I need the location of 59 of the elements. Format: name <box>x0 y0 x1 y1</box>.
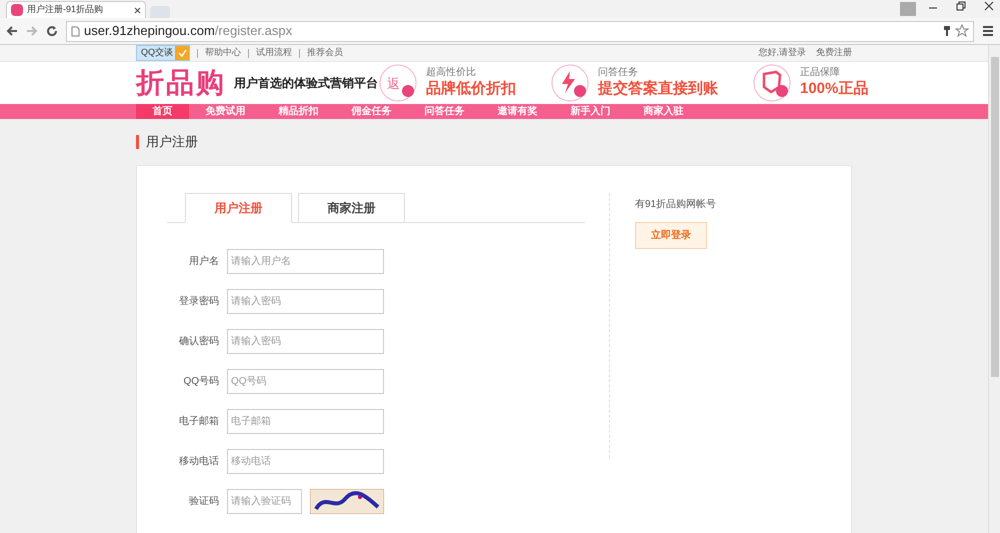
login-button[interactable]: 立即登录 <box>635 222 707 249</box>
feature-caption: 超高性价比 <box>426 67 477 79</box>
top-link[interactable]: 推荐会员 <box>307 46 344 60</box>
input-field[interactable]: 请输入用户名 <box>227 249 384 274</box>
shield-icon <box>752 63 792 103</box>
return-badge-icon: 返 <box>378 63 418 103</box>
top-link[interactable]: 试用流程 <box>256 46 292 60</box>
input-field[interactable]: 请输入验证码 <box>227 489 302 514</box>
nav-item[interactable]: 邀请有奖 <box>481 104 554 119</box>
input-field[interactable]: 请输入密码 <box>227 329 384 354</box>
nav-item[interactable]: 商家入驻 <box>627 104 700 119</box>
star-icon[interactable] <box>955 24 969 38</box>
restore-icon[interactable] <box>956 1 966 11</box>
page-icon <box>71 26 80 36</box>
register-tab[interactable]: 商家注册 <box>298 193 405 223</box>
field-label: 电子邮箱 <box>178 414 219 429</box>
feature-caption: 正品保障 <box>800 67 841 79</box>
input-field[interactable]: 请输入密码 <box>227 289 384 314</box>
nav-item[interactable]: 新手入门 <box>554 104 627 119</box>
url-text: user.91zhepingou.com/register.aspx <box>84 22 292 40</box>
input-field[interactable]: 移动电话 <box>227 449 384 474</box>
address-bar[interactable]: user.91zhepingou.com/register.aspx <box>66 20 974 42</box>
nav-item[interactable]: 精品折扣 <box>262 104 335 119</box>
input-field[interactable]: 电子邮箱 <box>227 409 384 434</box>
field-label: 用户名 <box>188 254 219 269</box>
account-prompt: 有91折品购网帐号 <box>635 198 716 212</box>
input-field[interactable]: QQ号码 <box>227 369 384 394</box>
favicon-icon <box>11 4 23 16</box>
section-title: 用户注册 <box>146 133 198 152</box>
lightning-icon <box>550 63 590 103</box>
back-icon[interactable] <box>6 25 18 37</box>
key-icon[interactable] <box>943 25 951 37</box>
scrollbar[interactable] <box>988 45 1000 533</box>
feature-caption: 问答任务 <box>598 67 639 79</box>
field-label: 登录密码 <box>178 294 219 309</box>
nav-item[interactable]: 问答任务 <box>408 104 481 119</box>
feature-title: 100%正品 <box>800 79 868 99</box>
field-label: 验证码 <box>188 495 219 509</box>
field-label: 移动电话 <box>178 454 219 469</box>
tab-title: 用户注册-91折品购 <box>27 3 104 16</box>
register-tab[interactable]: 用户注册 <box>185 193 292 223</box>
close-icon[interactable] <box>984 1 994 11</box>
nav-item[interactable]: 佣金任务 <box>335 104 408 119</box>
account-link[interactable]: 您好,请登录 <box>758 46 806 60</box>
slogan: 用户首选的体验式营销平台 <box>234 75 378 92</box>
field-label: QQ号码 <box>182 375 219 389</box>
feature-title: 品牌低价折扣 <box>426 79 516 99</box>
menu-icon[interactable] <box>982 25 994 37</box>
reload-icon[interactable] <box>46 25 58 37</box>
field-label: 确认密码 <box>178 334 219 349</box>
feature-title: 提交答案直接到账 <box>598 79 718 99</box>
nav-item[interactable]: 免费试用 <box>189 104 262 119</box>
close-icon[interactable] <box>134 6 141 14</box>
browser-tab[interactable]: 用户注册-91折品购 <box>6 1 146 18</box>
top-link[interactable]: 帮助中心 <box>205 46 242 60</box>
logo[interactable]: 折品购 <box>136 62 226 104</box>
account-link[interactable]: 免费注册 <box>816 46 852 60</box>
qq-chat-button[interactable]: QQ交谈 <box>136 45 190 61</box>
nav-item[interactable]: 首页 <box>136 104 189 119</box>
